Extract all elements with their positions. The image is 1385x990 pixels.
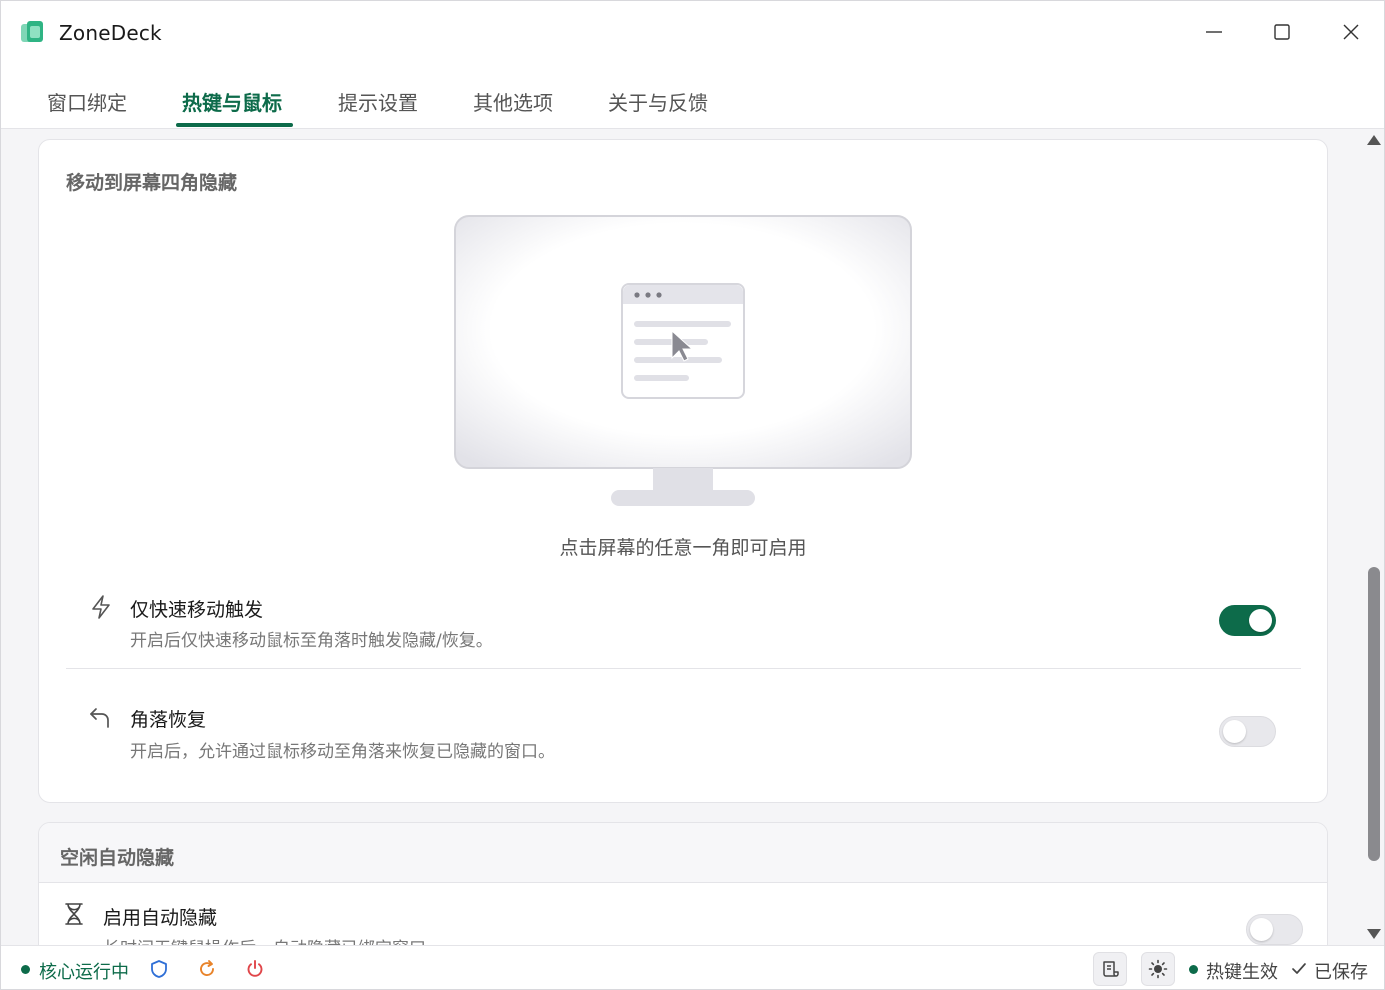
- tab-window-binding[interactable]: 窗口绑定: [47, 87, 127, 116]
- auto-hide-desc: 长时间无键鼠操作后，自动隐藏已绑定窗口: [103, 934, 426, 945]
- auto-hide-toggle[interactable]: [1246, 914, 1303, 945]
- status-bar: 核心运行中 热键生效 已保存: [1, 945, 1384, 989]
- tab-tip-settings[interactable]: 提示设置: [338, 87, 418, 116]
- corner-hide-card: 移动到屏幕四角隐藏 点击屏幕的任意一角即可启用 仅快速移动触发 开启后仅快速移动…: [38, 139, 1328, 803]
- check-icon: [1292, 963, 1306, 974]
- shield-icon: [151, 960, 167, 978]
- power-icon: [247, 960, 263, 977]
- app-title: ZoneDeck: [59, 21, 162, 45]
- close-icon: [1343, 24, 1359, 40]
- core-status-dot: [21, 965, 30, 974]
- scrollbar-thumb[interactable]: [1368, 567, 1380, 861]
- minimize-icon: [1206, 31, 1222, 33]
- close-button[interactable]: [1328, 13, 1374, 51]
- monitor-illustration: [454, 215, 912, 506]
- shield-button[interactable]: [142, 952, 176, 986]
- corner-hide-title: 移动到屏幕四角隐藏: [66, 172, 238, 194]
- refresh-button[interactable]: [190, 952, 224, 986]
- core-status-text: 核心运行中: [39, 962, 129, 983]
- idle-hide-card: 空闲自动隐藏 启用自动隐藏 长时间无键鼠操作后，自动隐藏已绑定窗口: [38, 822, 1328, 945]
- undo-arrow-icon: [90, 708, 109, 728]
- tab-other-options[interactable]: 其他选项: [473, 87, 553, 116]
- corner-restore-desc: 开启后，允许通过鼠标移动至角落来恢复已隐藏的窗口。: [130, 742, 555, 762]
- lightning-icon: [92, 595, 110, 619]
- corner-restore-title: 角落恢复: [130, 709, 207, 731]
- divider: [66, 668, 1301, 669]
- hotkey-status-text: 热键生效: [1206, 962, 1278, 983]
- refresh-icon: [200, 960, 214, 976]
- scroll-up-arrow-icon[interactable]: [1367, 135, 1381, 145]
- settings-content: 移动到屏幕四角隐藏 点击屏幕的任意一角即可启用 仅快速移动触发 开启后仅快速移动…: [1, 129, 1361, 945]
- idle-hide-header: 空闲自动隐藏: [39, 823, 1327, 883]
- vertical-scrollbar[interactable]: [1363, 129, 1384, 945]
- quick-move-desc: 开启后仅快速移动鼠标至角落时触发隐藏/恢复。: [130, 631, 493, 651]
- app-window: ZoneDeck 窗口绑定 热键与鼠标 提示设置 其他选项 关于与反馈 移动到屏…: [0, 0, 1385, 990]
- maximize-button[interactable]: [1259, 13, 1305, 51]
- app-logo-icon: [21, 21, 43, 42]
- power-button[interactable]: [238, 952, 272, 986]
- quick-move-title: 仅快速移动触发: [130, 599, 264, 621]
- hotkey-status-dot: [1189, 965, 1198, 974]
- minimize-button[interactable]: [1191, 13, 1237, 51]
- toggle-knob: [1223, 720, 1246, 743]
- sun-icon: [1148, 959, 1168, 979]
- corner-restore-toggle[interactable]: [1219, 716, 1276, 747]
- toggle-knob: [1249, 609, 1272, 632]
- scroll-down-arrow-icon[interactable]: [1367, 929, 1381, 939]
- maximize-icon: [1274, 24, 1290, 40]
- idle-hide-title: 空闲自动隐藏: [60, 847, 175, 869]
- hourglass-icon: [65, 903, 83, 925]
- scroll-log-icon: [1103, 961, 1119, 977]
- theme-button[interactable]: [1141, 952, 1175, 986]
- illustration-caption: 点击屏幕的任意一角即可启用: [559, 537, 807, 559]
- quick-move-toggle[interactable]: [1219, 605, 1276, 636]
- tab-hotkey-mouse[interactable]: 热键与鼠标: [182, 87, 282, 116]
- save-status-text: 已保存: [1314, 962, 1368, 983]
- tab-about-feedback[interactable]: 关于与反馈: [608, 87, 708, 116]
- tab-bar: 窗口绑定 热键与鼠标 提示设置 其他选项 关于与反馈: [1, 63, 1384, 129]
- log-button[interactable]: [1093, 952, 1127, 986]
- toggle-knob: [1250, 918, 1273, 941]
- title-bar: ZoneDeck: [1, 1, 1384, 63]
- auto-hide-title: 启用自动隐藏: [103, 907, 218, 929]
- active-tab-indicator: [176, 123, 293, 127]
